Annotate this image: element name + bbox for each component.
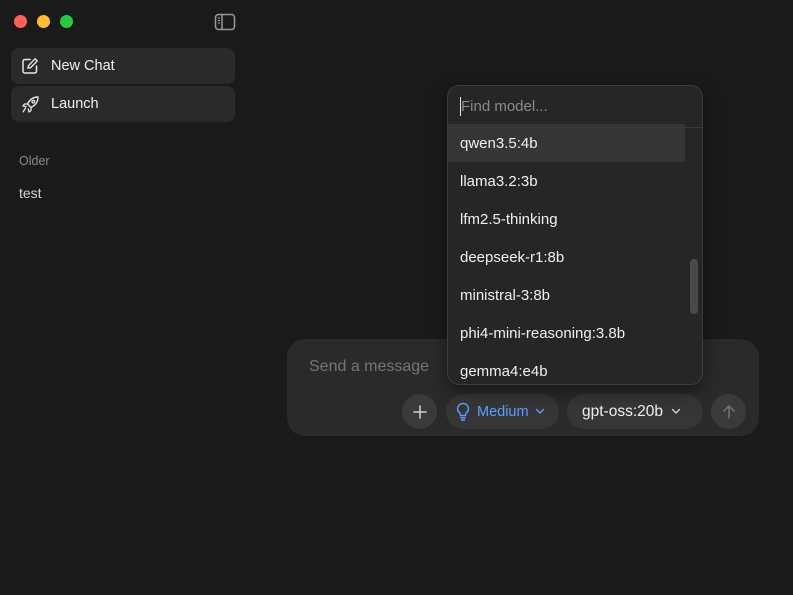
model-option[interactable]: qwen3.5:4b: [448, 124, 685, 162]
new-chat-label: New Chat: [51, 58, 115, 74]
model-search-box: [448, 86, 702, 128]
chevron-down-icon: [671, 408, 681, 414]
traffic-lights: [14, 15, 73, 28]
model-option[interactable]: ministral-3:8b: [448, 276, 685, 314]
sidebar-toggle-button[interactable]: [214, 13, 236, 31]
section-older-heading: Older: [19, 154, 50, 168]
think-level-button[interactable]: Medium: [446, 394, 559, 429]
model-option[interactable]: phi4-mini-reasoning:3.8b: [448, 314, 685, 352]
model-dropdown: qwen3.5:4b llama3.2:3b lfm2.5-thinking d…: [447, 85, 703, 385]
plus-icon: [412, 404, 427, 419]
model-option[interactable]: gemma4:e4b: [448, 352, 685, 384]
model-list: qwen3.5:4b llama3.2:3b lfm2.5-thinking d…: [448, 124, 702, 384]
maximize-window-button[interactable]: [60, 15, 73, 28]
model-option[interactable]: llama3.2:3b: [448, 162, 685, 200]
minimize-window-button[interactable]: [37, 15, 50, 28]
model-option[interactable]: deepseek-r1:8b: [448, 238, 685, 276]
model-selector-label: gpt-oss:20b: [582, 402, 663, 420]
launch-label: Launch: [51, 96, 99, 112]
model-selector-button[interactable]: gpt-oss:20b: [567, 394, 703, 429]
history-item[interactable]: test: [19, 185, 42, 201]
lightbulb-icon: [457, 402, 469, 421]
close-window-button[interactable]: [14, 15, 27, 28]
app-window: New Chat Launch Older test Send a messag…: [0, 0, 793, 595]
arrow-up-icon: [722, 404, 735, 419]
chevron-down-icon: [535, 408, 544, 414]
think-level-label: Medium: [477, 403, 529, 420]
rocket-icon: [20, 94, 40, 114]
sidebar-icon: [214, 13, 236, 31]
compose-icon: [20, 56, 40, 76]
send-button[interactable]: [711, 394, 746, 429]
new-chat-button[interactable]: New Chat: [11, 48, 235, 84]
launch-button[interactable]: Launch: [11, 86, 235, 122]
model-list-scrollbar[interactable]: [690, 259, 698, 314]
attach-button[interactable]: [402, 394, 437, 429]
model-option[interactable]: lfm2.5-thinking: [448, 200, 685, 238]
model-search-input[interactable]: [460, 97, 683, 116]
